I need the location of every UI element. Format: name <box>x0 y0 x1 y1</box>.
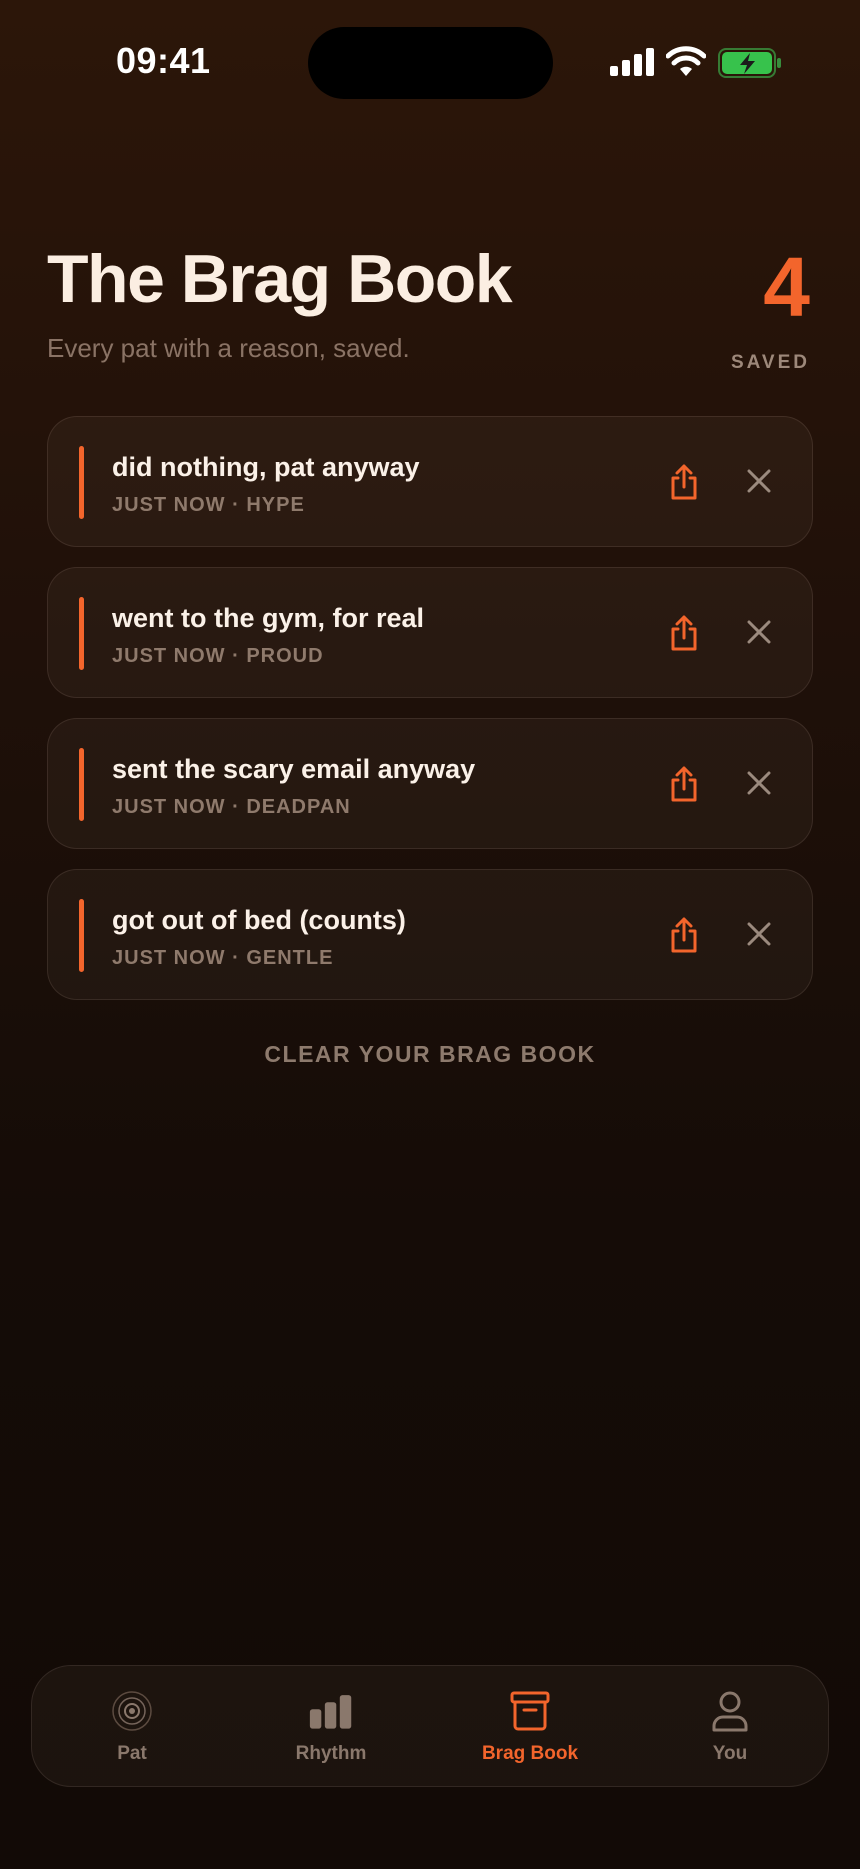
page-subtitle: Every pat with a reason, saved. <box>47 333 410 363</box>
archive-box-icon <box>510 1691 550 1731</box>
tab-label: Brag Book <box>481 1743 579 1764</box>
entry-accent-bar <box>79 446 84 519</box>
brag-list: did nothing, pat anyway JUST NOW · HYPE … <box>47 416 813 1020</box>
entry-text: sent the scary email anyway <box>112 754 476 784</box>
entry-meta: JUST NOW · GENTLE <box>112 947 334 969</box>
delete-icon[interactable] <box>745 769 773 797</box>
share-icon[interactable] <box>668 916 700 954</box>
delete-icon[interactable] <box>745 618 773 646</box>
tab-bar: Pat Rhythm Brag Book You <box>31 1665 829 1787</box>
clear-brag-book-button[interactable]: CLEAR YOUR BRAG BOOK <box>0 1041 860 1068</box>
entry-accent-bar <box>79 899 84 972</box>
tab-you[interactable]: You <box>630 1666 830 1788</box>
wifi-icon <box>666 46 706 76</box>
entry-meta: JUST NOW · PROUD <box>112 645 324 667</box>
tab-brag-book[interactable]: Brag Book <box>430 1666 630 1788</box>
tab-label: You <box>712 1743 748 1764</box>
share-icon[interactable] <box>668 614 700 652</box>
status-time: 09:41 <box>116 40 211 81</box>
saved-count-label: SAVED <box>730 352 810 373</box>
battery-charging-icon <box>718 48 781 78</box>
cellular-signal-icon <box>610 48 654 76</box>
status-bar: 09:41 <box>0 0 860 130</box>
entry-accent-bar <box>79 597 84 670</box>
entry-text: did nothing, pat anyway <box>112 452 420 482</box>
entry-meta: JUST NOW · HYPE <box>112 494 305 516</box>
user-icon <box>712 1691 748 1732</box>
page-title: The Brag Book <box>47 241 513 317</box>
entry-meta: JUST NOW · DEADPAN <box>112 796 351 818</box>
tab-rhythm[interactable]: Rhythm <box>231 1666 431 1788</box>
entry-text: got out of bed (counts) <box>112 905 406 935</box>
bars-icon <box>309 1695 352 1729</box>
delete-icon[interactable] <box>745 920 773 948</box>
brag-entry[interactable]: went to the gym, for real JUST NOW · PRO… <box>47 567 813 698</box>
dynamic-island <box>308 27 553 99</box>
entry-text: went to the gym, for real <box>112 603 425 633</box>
brag-entry[interactable]: got out of bed (counts) JUST NOW · GENTL… <box>47 869 813 1000</box>
saved-count: 4 <box>763 240 810 334</box>
share-icon[interactable] <box>668 463 700 501</box>
brag-entry[interactable]: sent the scary email anyway JUST NOW · D… <box>47 718 813 849</box>
delete-icon[interactable] <box>745 467 773 495</box>
tab-label: Pat <box>117 1743 147 1764</box>
tab-label: Rhythm <box>295 1743 367 1764</box>
target-icon <box>112 1691 152 1731</box>
brag-entry[interactable]: did nothing, pat anyway JUST NOW · HYPE <box>47 416 813 547</box>
entry-accent-bar <box>79 748 84 821</box>
tab-pat[interactable]: Pat <box>32 1666 232 1788</box>
share-icon[interactable] <box>668 765 700 803</box>
